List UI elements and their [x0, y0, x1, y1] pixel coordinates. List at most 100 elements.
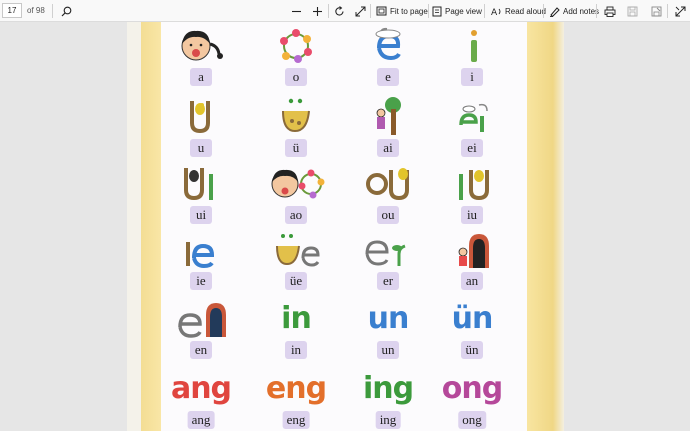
fish-ue-illustration [276, 234, 320, 267]
toolbar-divider [328, 4, 329, 18]
goose-illustration [375, 27, 401, 61]
pinyin-label: ing [375, 411, 401, 429]
bird-ou-illustration [366, 168, 409, 201]
eng-letter-art: eng [265, 371, 327, 406]
pinyin-card: o [261, 26, 331, 88]
pinyin-label: a [190, 68, 212, 86]
pinyin-card: ei [437, 97, 507, 159]
svg-text:A: A [491, 8, 498, 17]
pinyin-label: o [285, 68, 307, 86]
pinyin-card: iu [437, 164, 507, 226]
scan-margin [127, 22, 141, 431]
pinyin-card: i [437, 26, 507, 88]
toolbar-divider [370, 4, 371, 18]
fit-to-page-icon [376, 6, 387, 16]
pinyin-label: üe [285, 272, 307, 290]
page-view-label: Page view [445, 6, 482, 16]
pinyin-card: ie [166, 230, 236, 292]
search-icon[interactable] [59, 3, 73, 19]
toolbar-divider [484, 4, 485, 18]
add-notes-button[interactable]: Add notes [549, 3, 599, 19]
pinyin-card: er [353, 230, 423, 292]
pinyin-card: ui [166, 164, 236, 226]
rotate-icon[interactable] [332, 3, 346, 19]
pinyin-card: ai [353, 97, 423, 159]
fit-to-page-label: Fit to page [390, 6, 428, 16]
crow-ui-illustration [184, 168, 213, 201]
pinyin-card: eng eng [261, 369, 331, 431]
pinyin-card: u [166, 97, 236, 159]
pinyin-label: e [377, 68, 399, 86]
document-viewer[interactable]: a o e i u ü ai ei ui ao ou iu ie üe er a… [0, 22, 690, 431]
page-view-icon [432, 6, 442, 16]
pinyin-label: ou [377, 206, 399, 224]
print-icon[interactable] [603, 3, 617, 19]
pinyin-label: un [377, 341, 399, 359]
crow-branch-illustration [190, 101, 210, 134]
girl-singing-illustration [181, 30, 223, 61]
flower-ring-illustration [280, 29, 312, 63]
pinyin-label: ai [377, 139, 399, 157]
cave-door-illustration [458, 234, 489, 268]
book-spine-left [141, 22, 161, 431]
toolbar-divider [52, 4, 53, 18]
add-notes-icon [550, 6, 560, 17]
pinyin-label: i [461, 68, 483, 86]
expand-collapse-icon[interactable] [353, 3, 367, 19]
un-umlaut-letter-art: ün [451, 301, 494, 336]
ie-illustration [186, 242, 215, 269]
pinyin-label: er [377, 272, 399, 290]
pinyin-label: ie [190, 272, 212, 290]
clothes-letter-i-illustration [471, 30, 477, 62]
pinyin-card: in in [261, 299, 331, 361]
toolbar-divider [667, 4, 668, 18]
toolbar-divider [596, 4, 597, 18]
pinyin-card: ou [353, 164, 423, 226]
pinyin-label: in [285, 341, 307, 359]
pinyin-card: ü [261, 97, 331, 159]
scanned-page: a o e i u ü ai ei ui ao ou iu ie üe er a… [127, 22, 564, 431]
pinyin-label: ong [458, 411, 486, 429]
book-edge-right [527, 22, 564, 431]
read-aloud-button[interactable]: A Read aloud [491, 3, 546, 19]
bird-iu-illustration [459, 170, 489, 201]
pinyin-card: ün ün [437, 299, 507, 361]
toolbar-divider [543, 4, 544, 18]
page-number-input[interactable]: 17 [2, 3, 22, 18]
ong-letter-art: ong [441, 371, 503, 406]
save-as-icon[interactable] [649, 3, 663, 19]
goose-door-en-illustration [178, 303, 226, 338]
pinyin-card: ing ing [353, 369, 423, 431]
pinyin-card: üe [261, 230, 331, 292]
pinyin-card: e [353, 26, 423, 88]
pinyin-card: ang ang [166, 369, 236, 431]
pinyin-chart-page: a o e i u ü ai ei ui ao ou iu ie üe er a… [161, 22, 527, 431]
pinyin-label: ui [190, 206, 212, 224]
ing-letter-art: ing [362, 371, 414, 406]
pinyin-label: ün [461, 341, 483, 359]
pinyin-card: ao [261, 164, 331, 226]
pinyin-label: u [190, 139, 212, 157]
pinyin-label: ü [285, 139, 307, 157]
girl-flower-ao-illustration [271, 169, 325, 199]
page-total: of 98 [27, 6, 45, 15]
toolbar-divider [428, 4, 429, 18]
pinyin-card: an [437, 230, 507, 292]
pinyin-card: a [166, 26, 236, 88]
fullscreen-icon[interactable] [673, 3, 687, 19]
pinyin-label: ang [187, 411, 215, 429]
pinyin-label: ei [461, 139, 483, 157]
girl-by-tree-illustration [376, 97, 401, 135]
save-icon[interactable] [625, 3, 639, 19]
in-letter-art: in [281, 301, 312, 336]
fit-to-page-button[interactable]: Fit to page [376, 3, 428, 19]
read-aloud-label: Read aloud [505, 6, 546, 16]
pinyin-label: ao [285, 206, 307, 224]
add-notes-label: Add notes [563, 6, 600, 16]
zoom-out-icon[interactable] [289, 3, 303, 19]
page-view-button[interactable]: Page view [432, 3, 482, 19]
pinyin-label: an [461, 272, 483, 290]
zoom-in-icon[interactable] [310, 3, 324, 19]
un-letter-art: un [367, 301, 410, 336]
pinyin-card: ong ong [437, 369, 507, 431]
